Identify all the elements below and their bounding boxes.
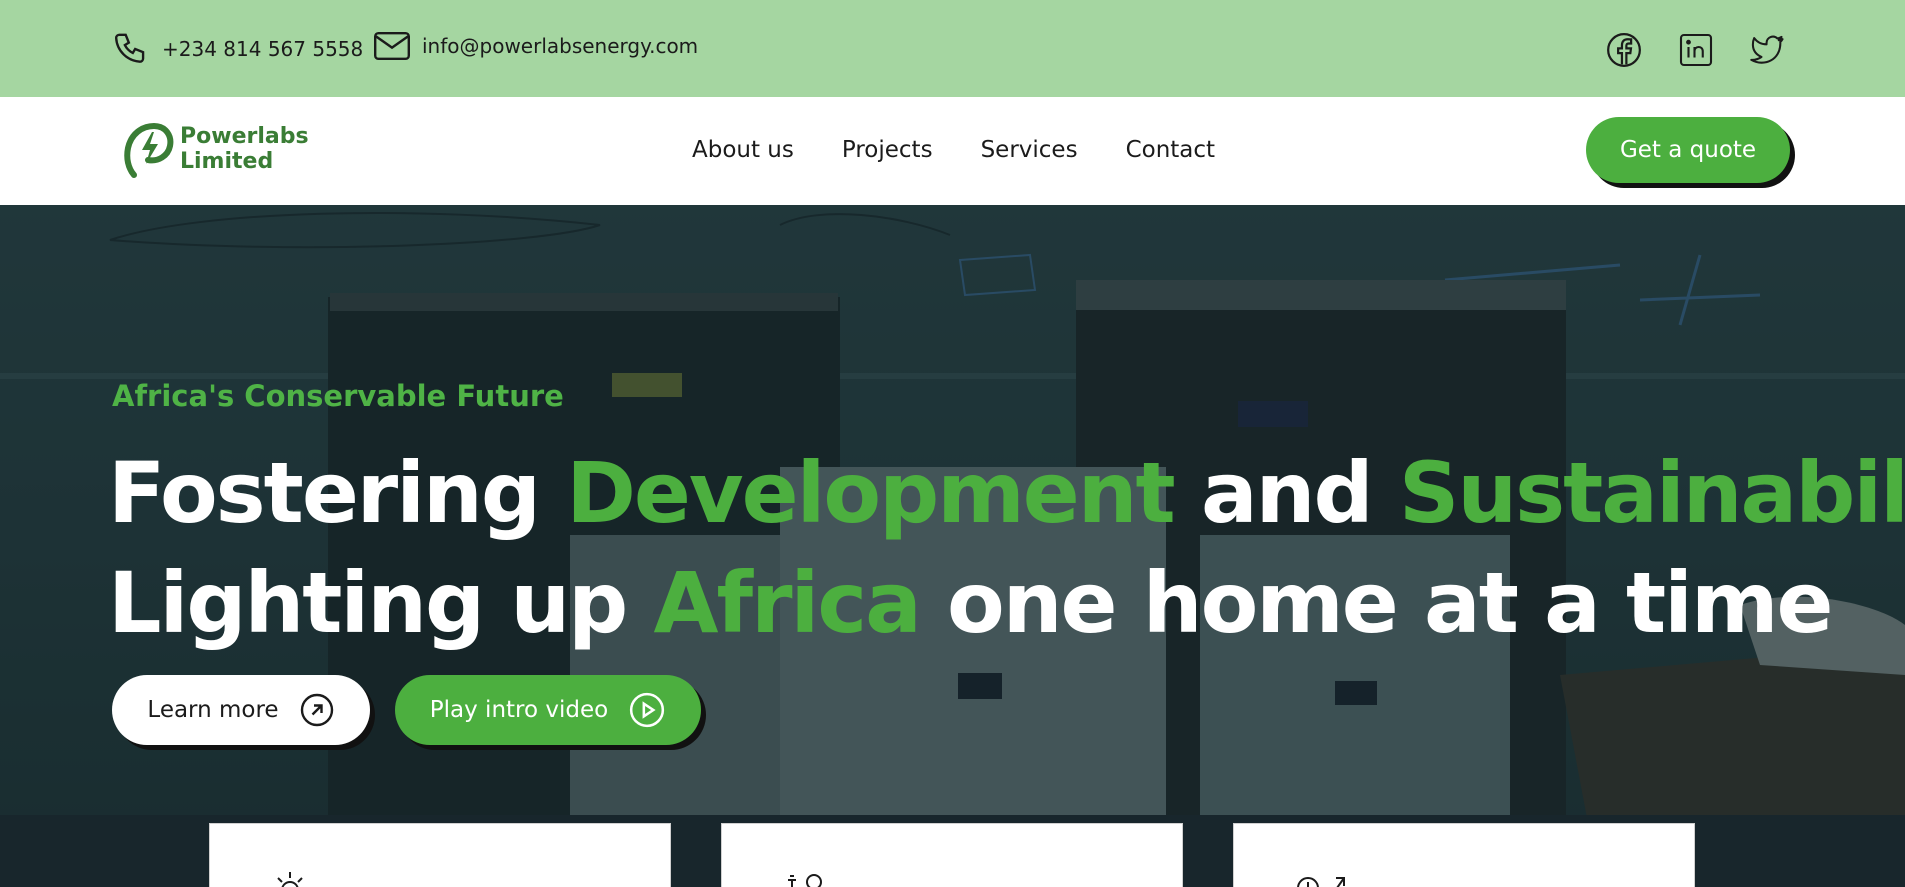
play-intro-video-button[interactable]: Play intro video: [395, 675, 701, 745]
mail-icon: [374, 32, 410, 60]
headline-text: one home at a time: [919, 554, 1833, 652]
phone-contact[interactable]: +234 814 567 5558: [112, 30, 363, 68]
headline-text: Lighting up: [108, 554, 654, 652]
hero-section: Africa's Conservable Future Fostering De…: [0, 205, 1905, 887]
play-icon: [630, 692, 665, 728]
power-bolt-logo-icon: [124, 122, 174, 178]
sun-icon: [277, 872, 303, 887]
feature-card[interactable]: [209, 823, 671, 887]
phone-icon: [114, 33, 145, 63]
learn-more-button[interactable]: Learn more: [112, 675, 370, 745]
nav-item-about-us[interactable]: About us: [692, 137, 794, 163]
linkedin-icon[interactable]: [1676, 30, 1716, 70]
play-intro-video-label: Play intro video: [429, 697, 609, 723]
hero-background-image: [0, 205, 1905, 887]
hero-headline-line1: Fostering Development and Sustainability: [108, 451, 1905, 535]
headline-highlight: Africa: [653, 554, 922, 652]
email-address: info@powerlabsenergy.com: [422, 34, 699, 58]
facebook-icon[interactable]: [1604, 30, 1644, 70]
email-contact[interactable]: info@powerlabsenergy.com: [372, 30, 698, 62]
nav-item-services[interactable]: Services: [981, 137, 1078, 163]
growth-icon: [1297, 877, 1345, 887]
nav-item-projects[interactable]: Projects: [842, 137, 933, 163]
feature-card[interactable]: [721, 823, 1183, 887]
phone-number: +234 814 567 5558: [162, 37, 364, 61]
brand-name-line1: Powerlabs: [180, 124, 309, 149]
brand-logo[interactable]: Powerlabs Limited: [124, 120, 309, 178]
hero-tagline: Africa's Conservable Future: [112, 379, 564, 413]
brand-name-line2: Limited: [180, 149, 274, 174]
tools-icon: [788, 874, 822, 887]
twitter-icon[interactable]: [1748, 30, 1788, 70]
headline-text: and: [1173, 444, 1399, 542]
learn-more-label: Learn more: [147, 697, 279, 723]
headline-highlight: Development: [566, 444, 1176, 542]
contact-bar: +234 814 567 5558 info@powerlabsenergy.c…: [0, 0, 1905, 97]
headline-highlight: Sustainability: [1398, 444, 1905, 542]
nav-item-contact[interactable]: Contact: [1126, 137, 1215, 163]
hero-headline-line2: Lighting up Africa one home at a time: [108, 561, 1833, 645]
get-a-quote-button[interactable]: Get a quote: [1586, 117, 1790, 183]
brand-name: Powerlabs Limited: [180, 124, 309, 174]
arrow-up-right-icon: [300, 693, 333, 727]
feature-card[interactable]: [1233, 823, 1695, 887]
main-nav: Powerlabs Limited About us Projects Serv…: [0, 97, 1905, 205]
nav-menu: About us Projects Services Contact: [692, 137, 1215, 163]
headline-text: Fostering: [108, 444, 567, 542]
